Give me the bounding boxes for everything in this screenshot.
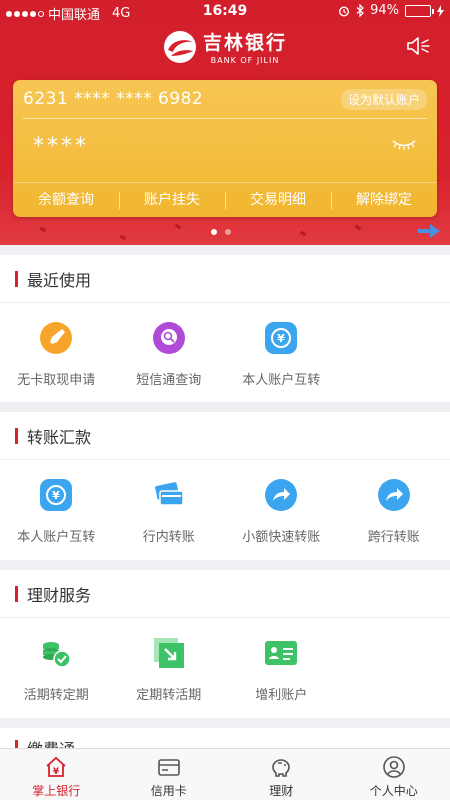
item-label: 行内转账 [142,530,195,545]
quick-transfer-item[interactable]: 小额快速转账 [225,460,338,560]
battery-percent: 94% [370,3,399,18]
interbank-transfer-icon [377,479,410,511]
intrabank-transfer-icon [154,482,184,506]
tab-bar: ¥ 掌上银行 信用卡 理财 个人中心 [0,748,450,800]
section-header: 理财服务 [0,570,450,618]
fixed-to-demand-item[interactable]: 定期转活期 [113,618,226,718]
bank-card[interactable]: 6231 **** **** 6982 设为默认账户 **** 余额查询 账户挂… [13,80,437,217]
battery-icon [405,4,434,17]
item-label: 短信通查询 [136,373,202,388]
transaction-details-button[interactable]: 交易明细 [225,183,331,217]
item-label: 跨行转账 [367,530,420,545]
tab-credit-card[interactable]: 信用卡 [113,749,226,800]
tab-personal-center[interactable]: 个人中心 [338,749,450,800]
intrabank-transfer-item[interactable]: 行内转账 [113,460,226,560]
svg-text:¥: ¥ [52,489,60,502]
bank-logo-icon [163,30,196,63]
section-marker [15,270,18,287]
recent-section: 最近使用 无卡取现申请 短信通查询 ¥ 本人账户互转 [0,255,450,402]
svg-text:¥: ¥ [53,767,60,777]
item-label: 小额快速转账 [242,530,321,545]
sms-query-icon [152,322,185,354]
bank-name-cn: 吉林银行 [202,32,287,54]
unbind-card-button[interactable]: 解除绑定 [331,183,437,217]
report-loss-button[interactable]: 账户挂失 [119,183,225,217]
cardless-withdraw-item[interactable]: 无卡取现申请 [0,303,113,403]
section-title: 理财服务 [27,585,92,605]
speaker-icon[interactable] [406,36,430,56]
card-divider [23,118,427,119]
own-transfer-item[interactable]: ¥ 本人账户互转 [225,303,338,403]
credit-card-icon [157,759,180,776]
bank-name-en: BANK OF JILIN [210,56,280,65]
fixed-to-demand-icon [153,638,184,668]
item-label: 本人账户互转 [242,373,321,388]
arrow-right-icon [418,224,440,238]
section-title: 转账汇款 [27,427,92,447]
quick-transfer-icon [265,479,298,511]
demand-to-fixed-icon [43,642,71,668]
alarm-icon [339,5,350,17]
bank-brand: 吉林银行 BANK OF JILIN [0,28,450,65]
item-label: 无卡取现申请 [17,373,96,388]
charging-icon [437,4,444,17]
card-number: 6231 **** **** 6982 [23,89,204,109]
item-label: 增利账户 [255,688,308,703]
user-icon [382,756,405,778]
bonus-account-item[interactable]: 增利账户 [225,618,338,718]
item-label: 活期转定期 [23,688,89,703]
status-bar: 中国联通 4G 16:49 94% [0,0,450,24]
tab-mobile-bank[interactable]: ¥ 掌上银行 [0,749,113,800]
sms-query-item[interactable]: 短信通查询 [113,303,226,403]
eye-closed-icon[interactable] [391,138,417,152]
wealth-section: 理财服务 活期转定期 定期转活期 增利账户 [0,570,450,718]
card-balance: **** [33,134,89,159]
tab-label: 理财 [269,784,294,798]
own-transfer-item[interactable]: ¥ 本人账户互转 [0,460,113,560]
item-label: 定期转活期 [136,688,202,703]
tab-wealth[interactable]: 理财 [225,749,338,800]
own-transfer-icon: ¥ [40,479,73,511]
header-banner: 中国联通 4G 16:49 94% 吉林银行 BANK OF JILIN 623… [0,0,450,245]
section-marker [15,585,18,602]
tab-label: 信用卡 [150,784,187,798]
bluetooth-icon [356,4,364,17]
section-header: 最近使用 [0,255,450,303]
section-title: 最近使用 [27,270,92,290]
card-page-indicator [211,229,231,235]
own-transfer-icon: ¥ [265,322,298,354]
svg-text:¥: ¥ [277,332,285,345]
item-label: 本人账户互转 [17,530,96,545]
tab-label: 掌上银行 [32,784,81,798]
home-bank-icon: ¥ [46,756,66,777]
tab-label: 个人中心 [369,784,418,798]
bonus-account-icon [265,641,298,665]
cardless-withdraw-icon [40,322,73,354]
piggy-bank-icon [272,759,291,777]
interbank-transfer-item[interactable]: 跨行转账 [338,460,450,560]
balance-query-button[interactable]: 余额查询 [13,183,119,217]
demand-to-fixed-item[interactable]: 活期转定期 [0,618,113,718]
transfer-section: 转账汇款 ¥ 本人账户互转 行内转账 小额快速转账 跨行转账 [0,412,450,560]
section-header: 转账汇款 [0,412,450,460]
section-marker [15,427,18,444]
set-default-account-button[interactable]: 设为默认账户 [340,89,427,110]
